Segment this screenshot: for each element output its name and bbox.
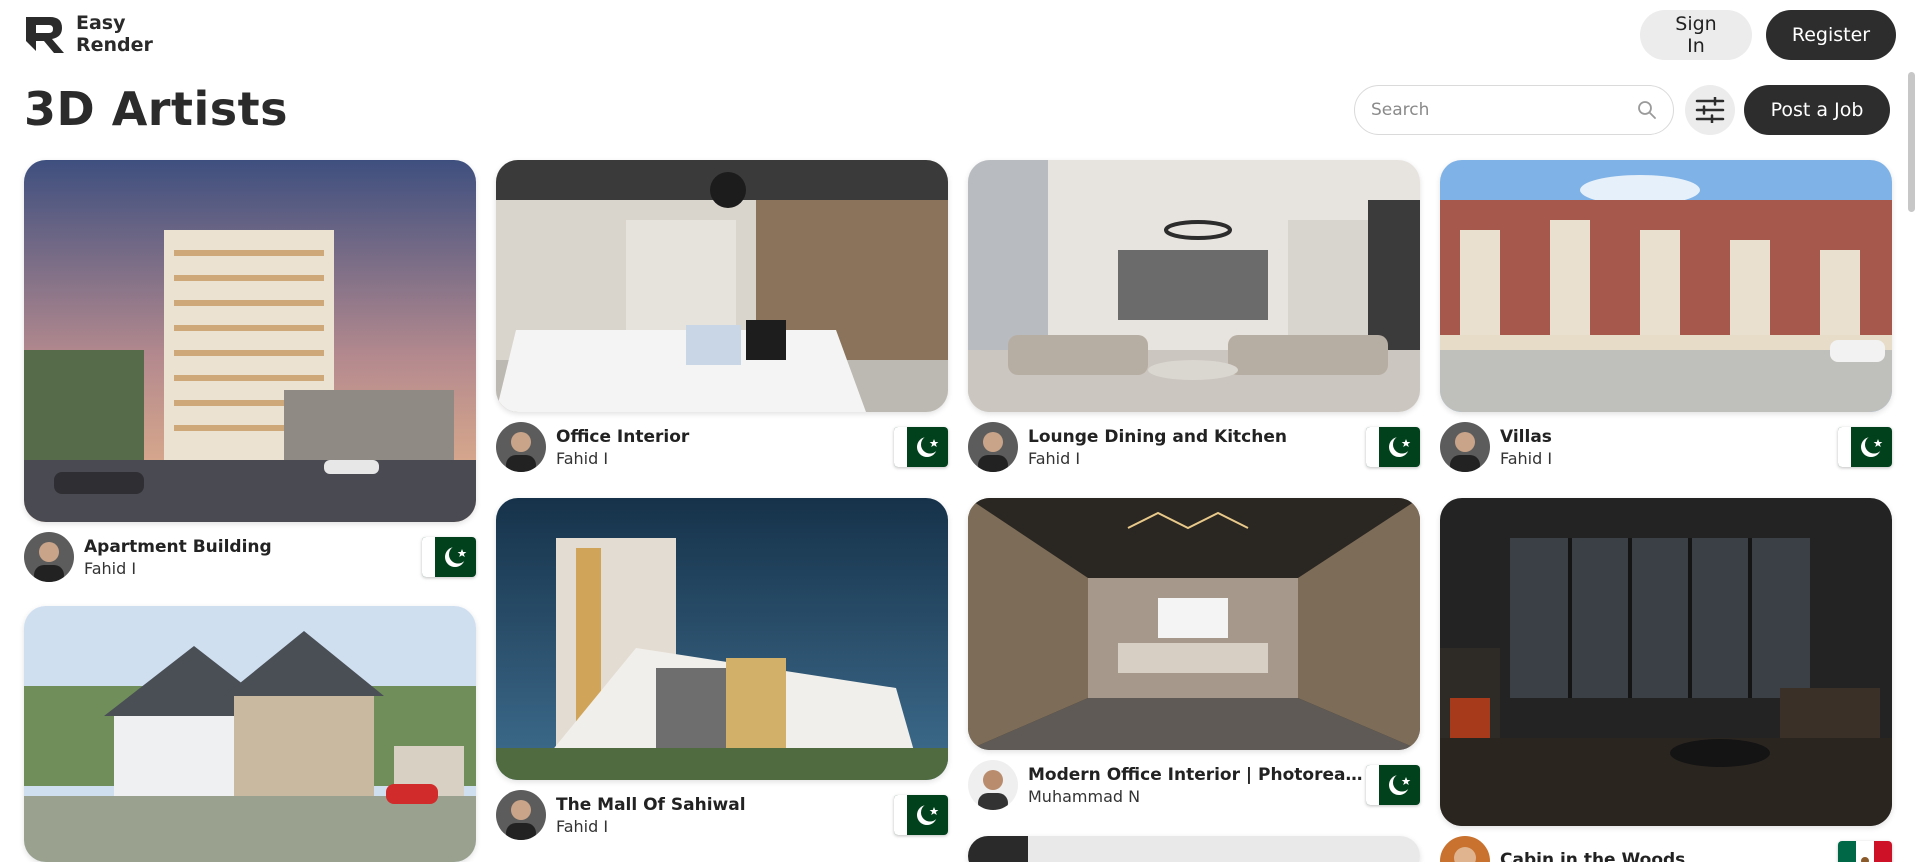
- scrollbar-thumb[interactable]: [1908, 72, 1915, 212]
- artist-avatar[interactable]: [968, 760, 1018, 810]
- project-title[interactable]: Apartment Building: [84, 537, 422, 557]
- mexico-flag-icon: [1838, 841, 1892, 862]
- project-card[interactable]: [24, 606, 476, 862]
- register-button[interactable]: Register: [1766, 10, 1896, 60]
- pakistan-flag-icon: [894, 795, 948, 835]
- pakistan-flag-icon: [422, 537, 476, 577]
- artist-avatar[interactable]: [1440, 422, 1490, 472]
- project-card[interactable]: Cabin in the Woods: [1440, 498, 1892, 862]
- project-title[interactable]: Villas: [1500, 427, 1838, 447]
- pakistan-flag-icon: [1366, 427, 1420, 467]
- search-icon[interactable]: [1637, 100, 1657, 120]
- artist-name[interactable]: Muhammad N: [1028, 787, 1366, 806]
- pakistan-flag-icon: [1838, 427, 1892, 467]
- sign-in-button[interactable]: Sign In: [1640, 10, 1752, 60]
- pakistan-flag-icon: [1366, 765, 1420, 805]
- artist-avatar[interactable]: [1440, 836, 1490, 862]
- artist-avatar[interactable]: [496, 422, 546, 472]
- project-title[interactable]: Cabin in the Woods: [1500, 850, 1838, 862]
- project-title[interactable]: Office Interior: [556, 427, 894, 447]
- project-card[interactable]: [968, 836, 1420, 862]
- artist-avatar[interactable]: [24, 532, 74, 582]
- filter-button[interactable]: [1685, 85, 1735, 135]
- project-card[interactable]: Office Interior Fahid I: [496, 160, 948, 472]
- artist-name[interactable]: Fahid I: [1028, 449, 1366, 468]
- project-image[interactable]: [968, 836, 1420, 862]
- project-card[interactable]: Apartment Building Fahid I: [24, 160, 476, 582]
- artist-name[interactable]: Fahid I: [556, 817, 894, 836]
- brand-line-2: Render: [76, 34, 153, 56]
- logo-icon: [26, 17, 64, 53]
- project-image[interactable]: [968, 498, 1420, 750]
- project-image[interactable]: [968, 160, 1420, 412]
- project-title[interactable]: The Mall Of Sahiwal: [556, 795, 894, 815]
- project-title[interactable]: Lounge Dining and Kitchen: [1028, 427, 1366, 447]
- project-image[interactable]: [1440, 160, 1892, 412]
- project-image[interactable]: [24, 606, 476, 862]
- project-image[interactable]: [496, 498, 948, 780]
- project-image[interactable]: [496, 160, 948, 412]
- search-input[interactable]: [1371, 100, 1637, 120]
- project-card[interactable]: Lounge Dining and Kitchen Fahid I: [968, 160, 1420, 472]
- project-image[interactable]: [24, 160, 476, 522]
- project-card[interactable]: Modern Office Interior | Photorealistic …: [968, 498, 1420, 810]
- artist-name[interactable]: Fahid I: [556, 449, 894, 468]
- pakistan-flag-icon: [894, 427, 948, 467]
- post-job-button[interactable]: Post a Job: [1744, 85, 1890, 135]
- sliders-icon: [1695, 97, 1725, 123]
- artist-avatar[interactable]: [496, 790, 546, 840]
- search-box[interactable]: [1354, 85, 1674, 135]
- artist-name[interactable]: Fahid I: [84, 559, 422, 578]
- project-card[interactable]: The Mall Of Sahiwal Fahid I: [496, 498, 948, 840]
- project-title[interactable]: Modern Office Interior | Photorealistic: [1028, 765, 1366, 785]
- project-image[interactable]: [1440, 498, 1892, 826]
- project-card[interactable]: Villas Fahid I: [1440, 160, 1892, 472]
- page-title: 3D Artists: [24, 82, 288, 136]
- brand-line-1: Easy: [76, 12, 126, 34]
- brand-logo[interactable]: Easy Render: [24, 12, 153, 56]
- artist-name[interactable]: Fahid I: [1500, 449, 1838, 468]
- artist-avatar[interactable]: [968, 422, 1018, 472]
- page-scrollbar[interactable]: [1904, 70, 1918, 862]
